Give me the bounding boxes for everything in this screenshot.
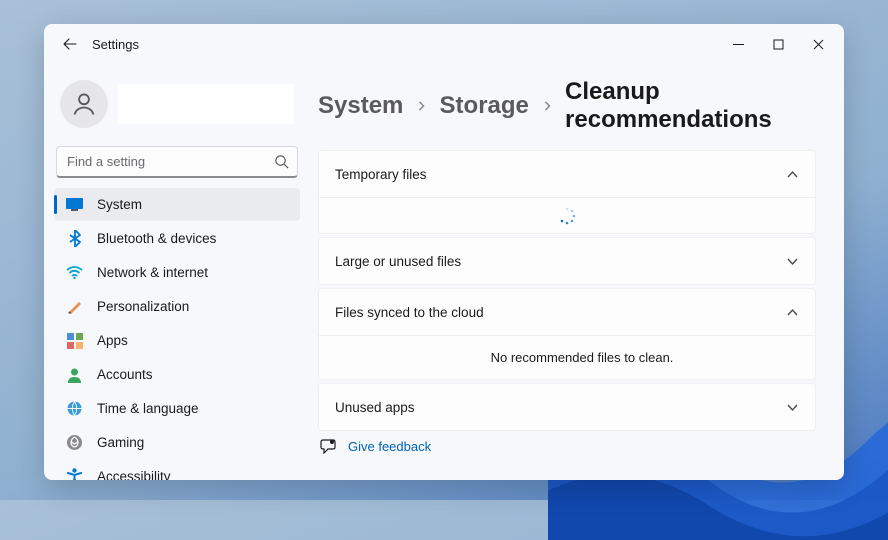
sidebar: System Bluetooth & devices Network & int… xyxy=(44,64,310,480)
nav-item-gaming[interactable]: Gaming xyxy=(54,426,300,459)
nav-label: Personalization xyxy=(97,299,189,314)
chevron-up-icon xyxy=(786,306,799,319)
panel-title: Large or unused files xyxy=(335,254,461,269)
nav-item-accessibility[interactable]: Accessibility xyxy=(54,460,300,480)
close-button[interactable] xyxy=(798,28,838,60)
nav-label: Time & language xyxy=(97,401,199,416)
chevron-down-icon xyxy=(786,401,799,414)
accounts-icon xyxy=(66,366,83,383)
panel-cloud-files: Files synced to the cloud No recommended… xyxy=(318,288,816,380)
bluetooth-icon xyxy=(66,230,83,247)
panel-body-temporary-files xyxy=(319,197,815,233)
search-icon xyxy=(274,154,289,169)
back-button[interactable] xyxy=(50,24,90,64)
accessibility-icon xyxy=(66,468,83,480)
nav-item-apps[interactable]: Apps xyxy=(54,324,300,357)
close-icon xyxy=(813,39,824,50)
maximize-button[interactable] xyxy=(758,28,798,60)
window-controls xyxy=(718,28,838,60)
panel-head-temporary-files[interactable]: Temporary files xyxy=(319,151,815,197)
breadcrumb-current: Cleanup recommendations xyxy=(565,78,816,134)
nav-item-accounts[interactable]: Accounts xyxy=(54,358,300,391)
person-icon xyxy=(70,90,98,118)
profile-name-placeholder xyxy=(118,84,294,124)
chevron-up-icon xyxy=(786,168,799,181)
wifi-icon xyxy=(66,264,83,281)
nav-label: Apps xyxy=(97,333,128,348)
nav-item-network[interactable]: Network & internet xyxy=(54,256,300,289)
loading-spinner-icon xyxy=(558,207,576,225)
nav-label: System xyxy=(97,197,142,212)
cloud-empty-message: No recommended files to clean. xyxy=(335,350,799,365)
search-box[interactable] xyxy=(56,146,298,178)
nav-item-bluetooth[interactable]: Bluetooth & devices xyxy=(54,222,300,255)
panels: Temporary files xyxy=(318,150,816,431)
search-input[interactable] xyxy=(56,146,298,178)
app-title: Settings xyxy=(92,37,139,52)
breadcrumb: System Storage Cleanup recommendations xyxy=(318,78,816,134)
nav-list: System Bluetooth & devices Network & int… xyxy=(54,188,300,480)
back-arrow-icon xyxy=(62,36,78,52)
chevron-down-icon xyxy=(786,255,799,268)
nav-item-personalization[interactable]: Personalization xyxy=(54,290,300,323)
panel-head-unused-apps[interactable]: Unused apps xyxy=(319,384,815,430)
minimize-icon xyxy=(733,39,744,50)
nav-label: Network & internet xyxy=(97,265,208,280)
feedback-icon xyxy=(320,439,336,454)
nav-label: Bluetooth & devices xyxy=(97,231,216,246)
nav-label: Gaming xyxy=(97,435,144,450)
maximize-icon xyxy=(773,39,784,50)
panel-temporary-files: Temporary files xyxy=(318,150,816,234)
panel-large-unused-files: Large or unused files xyxy=(318,237,816,285)
gaming-icon xyxy=(66,434,83,451)
breadcrumb-storage[interactable]: Storage xyxy=(440,92,529,120)
main-content: System Storage Cleanup recommendations T… xyxy=(310,64,844,480)
settings-window: Settings System xyxy=(44,24,844,480)
panel-title: Unused apps xyxy=(335,400,415,415)
avatar xyxy=(60,80,108,128)
panel-body-cloud-files: No recommended files to clean. xyxy=(319,335,815,379)
nav-label: Accounts xyxy=(97,367,153,382)
system-icon xyxy=(66,196,83,213)
minimize-button[interactable] xyxy=(718,28,758,60)
clock-globe-icon xyxy=(66,400,83,417)
panel-title: Temporary files xyxy=(335,167,427,182)
panel-title: Files synced to the cloud xyxy=(335,305,484,320)
panel-head-cloud-files[interactable]: Files synced to the cloud xyxy=(319,289,815,335)
panel-unused-apps: Unused apps xyxy=(318,383,816,431)
nav-item-system[interactable]: System xyxy=(54,188,300,221)
chevron-right-icon xyxy=(543,99,551,113)
profile-section[interactable] xyxy=(54,72,300,142)
feedback-link-row: Give feedback xyxy=(318,439,816,454)
breadcrumb-system[interactable]: System xyxy=(318,92,403,120)
panel-head-large-unused-files[interactable]: Large or unused files xyxy=(319,238,815,284)
nav-item-time[interactable]: Time & language xyxy=(54,392,300,425)
give-feedback-link[interactable]: Give feedback xyxy=(348,439,431,454)
brush-icon xyxy=(66,298,83,315)
titlebar: Settings xyxy=(44,24,844,64)
nav-label: Accessibility xyxy=(97,469,171,480)
chevron-right-icon xyxy=(417,99,425,113)
apps-icon xyxy=(66,332,83,349)
